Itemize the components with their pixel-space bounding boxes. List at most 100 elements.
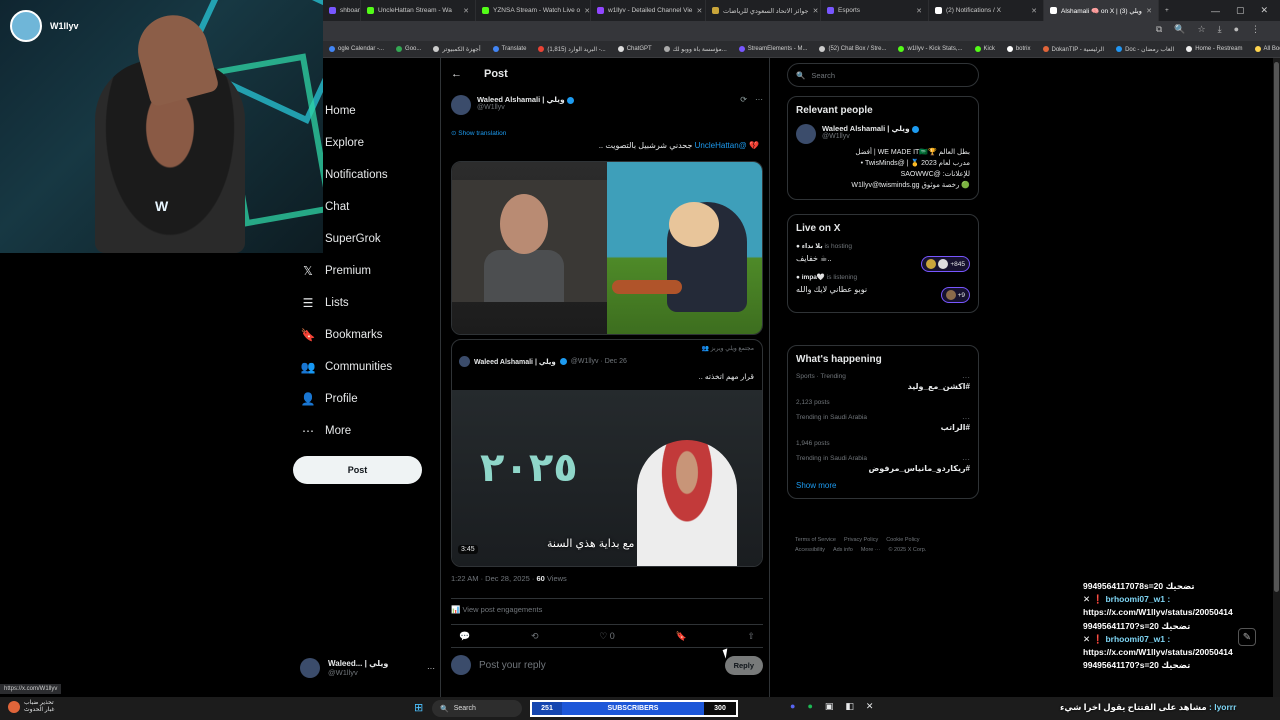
new-tab-button[interactable]: + (1159, 0, 1175, 21)
view-engagements-link[interactable]: 📊 View post engagements (451, 598, 763, 614)
post-image[interactable] (451, 161, 763, 335)
reply-input[interactable]: Post your reply (479, 660, 717, 671)
bookmark-item[interactable]: Home - Restream (1180, 46, 1248, 52)
nav-item-premium[interactable]: 𝕏 Premium (293, 255, 433, 287)
browser-tab[interactable]: Esports ✕ (821, 0, 929, 21)
app-icon[interactable]: ✕ (866, 701, 874, 712)
relevant-person[interactable]: Waleed Alshamali | ويلي @W1llyv (796, 124, 970, 144)
chat-edit-icon[interactable]: ✎ (1238, 628, 1256, 646)
like-button[interactable]: ♡ 0 (599, 631, 615, 642)
footer-link[interactable]: Accessibility (795, 547, 825, 553)
back-arrow-icon[interactable]: ← (451, 68, 462, 80)
close-tab-icon[interactable]: ✕ (813, 7, 819, 15)
more-icon[interactable]: ··· (755, 95, 763, 104)
nav-item-supergrok[interactable]: SuperGrok (293, 223, 433, 255)
zoom-icon[interactable]: 🔍 (1174, 24, 1185, 35)
show-translation-link[interactable]: ⊙ Show translation (451, 129, 506, 137)
bookmark-item[interactable]: ChatGPT (612, 46, 658, 52)
footer-link[interactable]: Privacy Policy (844, 537, 878, 543)
nav-item-chat[interactable]: Chat (293, 191, 433, 223)
close-tab-icon[interactable]: ✕ (916, 7, 922, 15)
star-icon[interactable]: ☆ (1198, 24, 1206, 35)
repost-icon[interactable]: ⟲ (531, 631, 539, 642)
search-input[interactable]: 🔍 Search (787, 63, 979, 87)
post-button[interactable]: Post (293, 456, 422, 484)
footer-link[interactable]: Cookie Policy (886, 537, 919, 543)
close-icon[interactable]: ✕ (1260, 5, 1268, 16)
browser-tab[interactable]: UncleHattan Stream - Wa ✕ (361, 0, 476, 21)
taskbar-search[interactable]: 🔍 Search (432, 700, 522, 717)
browser-tab[interactable]: shboard✕ (323, 0, 361, 21)
bookmark-item[interactable]: All Bookmarks (1249, 46, 1280, 52)
account-switcher[interactable]: Waleed... | ويلي @W1llyv ··· (300, 658, 435, 678)
bookmark-icon[interactable]: 🔖 (676, 631, 687, 642)
browser-tab[interactable]: YZNSA Stream - Watch Live o ✕ (476, 0, 591, 21)
bookmark-item[interactable]: Doc - العاب رمضان (1110, 46, 1180, 53)
reply-icon[interactable]: 💬 (459, 631, 470, 642)
more-icon[interactable]: ··· (427, 664, 435, 673)
close-tab-icon[interactable]: ✕ (463, 7, 469, 15)
close-tab-icon[interactable]: ✕ (1031, 7, 1037, 15)
bookmark-item[interactable]: Kick (969, 46, 1001, 52)
nav-item-explore[interactable]: Explore (293, 127, 433, 159)
bookmark-item[interactable]: StreamElements - M... (733, 46, 814, 52)
share-icon[interactable]: ⇧ (747, 631, 755, 642)
grok-icon[interactable]: ⟳ (740, 95, 747, 104)
browser-tab[interactable]: جوائز الاتحاد السعودي للرياضات ✕ (706, 0, 821, 21)
browser-tab[interactable]: Alshamali 🧠 on X | ويلي (3) ✕ (1044, 0, 1159, 21)
trend-item[interactable]: Trending in Saudi Arabia #ريكاردو_مانياس_… (796, 455, 970, 473)
nav-item-lists[interactable]: ☰ Lists (293, 287, 433, 319)
bookmark-item[interactable]: ogle Calendar -... (323, 46, 390, 52)
browser-tab[interactable]: w1llyv - Detailed Channel Vie ✕ (591, 0, 706, 21)
extensions-icon[interactable]: ⧉ (1156, 24, 1162, 35)
nav-item-home[interactable]: Home (293, 95, 433, 127)
bookmark-item[interactable]: أجهزة الكمبيوتر (427, 46, 486, 53)
nav-item-communities[interactable]: 👥 Communities (293, 351, 433, 383)
bookmark-item[interactable]: botrix (1001, 46, 1037, 52)
author-name[interactable]: Waleed Alshamali | ويلي (477, 95, 574, 104)
app-icon[interactable]: ▣ (825, 701, 834, 712)
footer-link[interactable]: Ads info (833, 547, 853, 553)
quote-video[interactable]: ٢٠٢٥ مع بداية هذي السنة 3:45 (452, 390, 762, 566)
bookmark-item[interactable]: DokanTIP - الرئيسية (1037, 46, 1111, 53)
community-label[interactable]: مجتمع ويلي ويربز 👥 (702, 345, 754, 352)
close-tab-icon[interactable]: ✕ (696, 7, 702, 15)
footer-link[interactable]: © 2025 X Corp. (888, 547, 926, 553)
minimize-icon[interactable]: — (1211, 6, 1220, 16)
discord-icon[interactable]: ● (790, 701, 795, 712)
nav-item-bookmarks[interactable]: 🔖 Bookmarks (293, 319, 433, 351)
more-icon[interactable]: ··· (962, 414, 970, 423)
spotify-icon[interactable]: ● (807, 701, 812, 712)
bookmark-item[interactable]: Translate (487, 46, 533, 52)
footer-link[interactable]: More ··· (861, 547, 881, 553)
trend-item[interactable]: Trending in Saudi Arabia #الراتب 1,946 pos… (796, 414, 970, 447)
avatar[interactable] (451, 95, 471, 115)
browser-tab[interactable]: (2) Notifications / X ✕ (929, 0, 1044, 21)
reply-button[interactable]: Reply (724, 655, 763, 675)
maximize-icon[interactable]: ▢ (1236, 5, 1245, 16)
live-space[interactable]: ● بلا نداء is hosting خفايف ☕.. +845 (796, 242, 970, 272)
nav-item-more[interactable]: ⋯ More (293, 415, 433, 447)
nav-item-profile[interactable]: 👤 Profile (293, 383, 433, 415)
author-handle[interactable]: @W1llyv (477, 104, 574, 111)
weather-widget[interactable]: تحذير ضباب غبار الحدوث (8, 700, 54, 714)
quoted-post[interactable]: مجتمع ويلي ويربز 👥 Waleed Alshamali | وي… (451, 339, 763, 567)
profile-icon[interactable]: ● (1234, 24, 1239, 35)
app-icon[interactable]: ◧ (845, 701, 854, 712)
bookmark-item[interactable]: (52) Chat Box / Stre... (813, 46, 892, 52)
windows-start-icon[interactable]: ⊞ (414, 702, 426, 714)
bookmark-item[interactable]: مؤسسة باه ووبو لك... (658, 46, 733, 53)
trend-item[interactable]: Sports · Trending #اكشن_مع_وليد 2,123 post… (796, 373, 970, 406)
footer-link[interactable]: Terms of Service (795, 537, 836, 543)
live-space[interactable]: ● impa🤍 is listening نوبو عطاني لايك وال… (796, 273, 970, 303)
bookmark-item[interactable]: w1llyv - Kick Stats,... (892, 46, 968, 52)
scrollbar-thumb[interactable] (1274, 62, 1279, 592)
download-icon[interactable]: ⤓ (1218, 24, 1222, 35)
mention-link[interactable]: @UncleHattan (695, 141, 747, 150)
nav-item-notifications[interactable]: Notifications (293, 159, 433, 191)
bookmark-item[interactable]: (1,815) البريد الوارد -... (532, 46, 611, 53)
more-icon[interactable]: ··· (962, 373, 970, 382)
menu-icon[interactable]: ⋮ (1251, 24, 1260, 35)
close-tab-icon[interactable]: ✕ (1146, 7, 1152, 15)
bookmark-item[interactable]: Goo... (390, 46, 427, 52)
